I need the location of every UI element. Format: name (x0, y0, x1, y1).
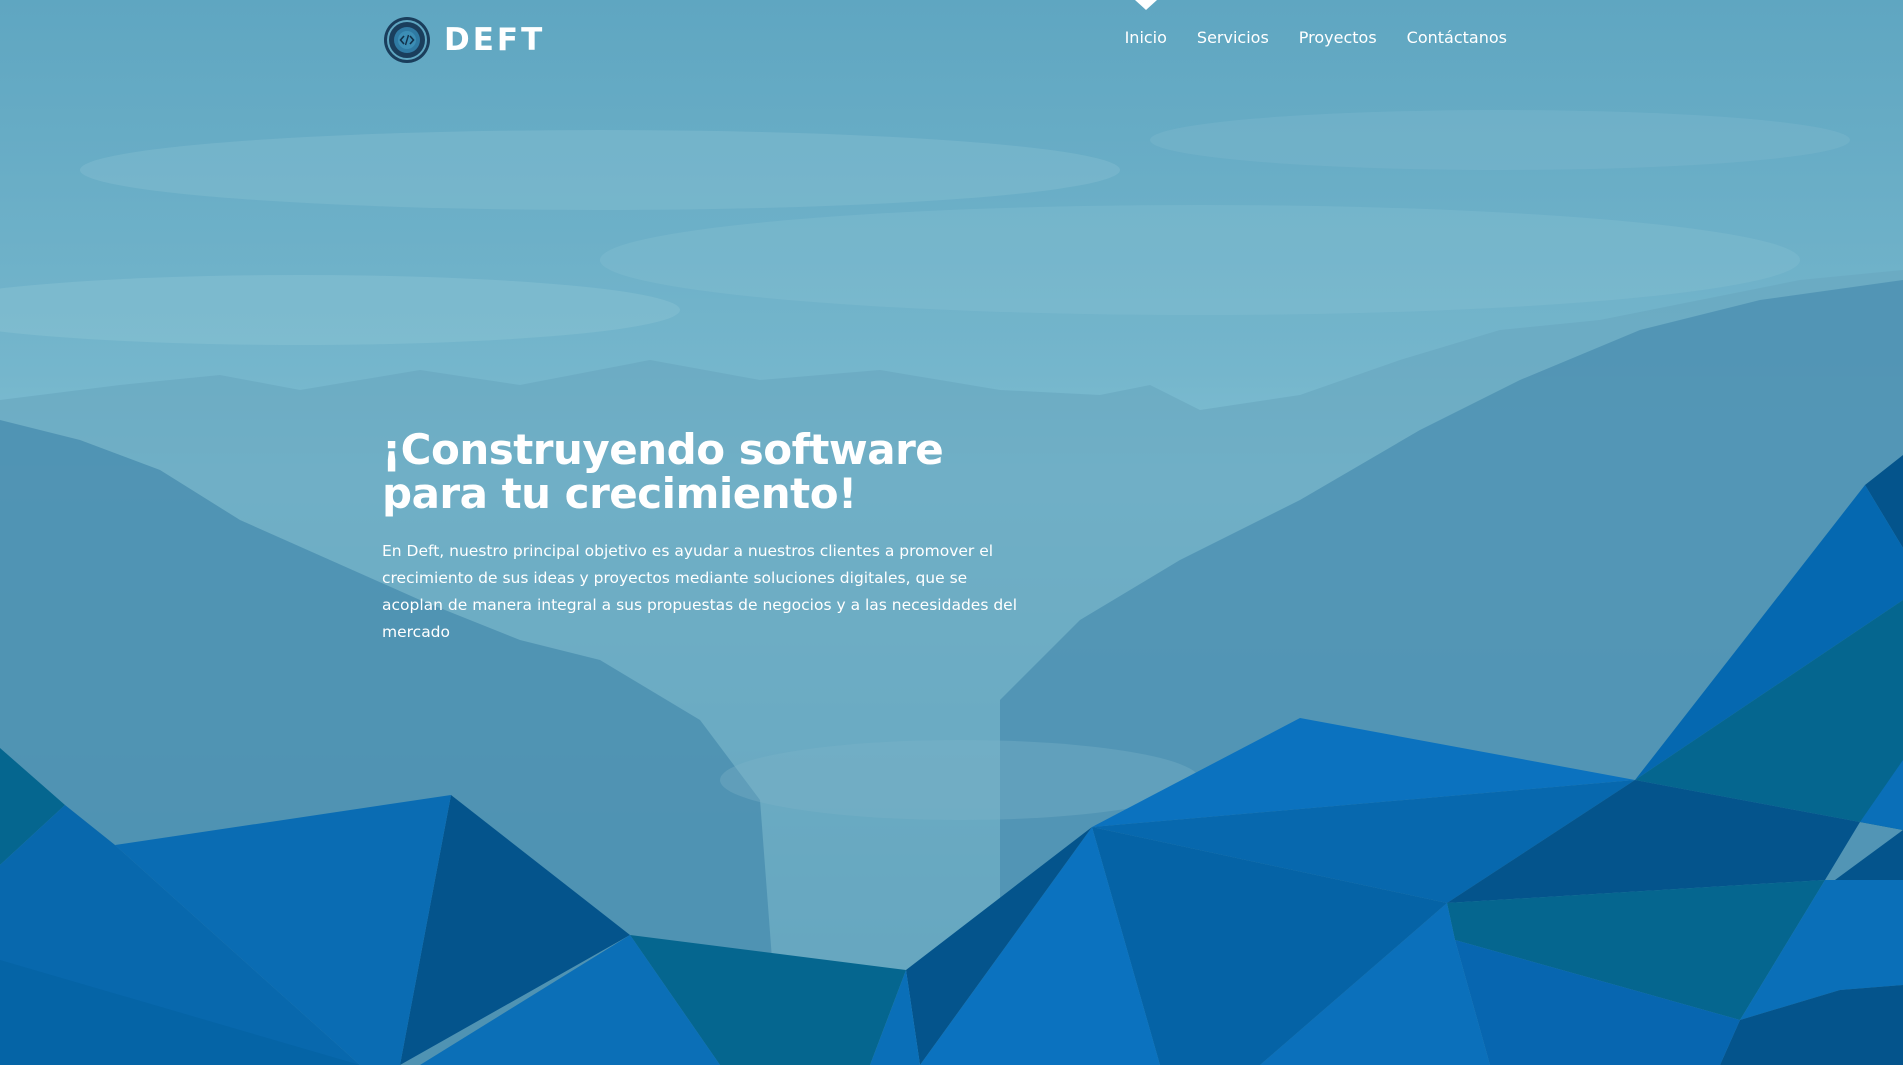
nav-item-contactanos[interactable]: Contáctanos (1407, 28, 1507, 47)
nav-item-label: Proyectos (1298, 28, 1377, 47)
hero-content: ¡Construyendo software para tu crecimien… (382, 428, 1062, 646)
hero-section: DEFT Inicio Servicios Proyectos Contácta… (0, 0, 1903, 1065)
code-brackets-circle-icon (384, 17, 430, 63)
nav-item-label: Servicios (1196, 28, 1269, 47)
nav-item-proyectos[interactable]: Proyectos (1299, 28, 1377, 47)
hero-headline: ¡Construyendo software para tu crecimien… (382, 425, 944, 518)
nav-item-inicio[interactable]: Inicio (1124, 0, 1167, 47)
brand-name: DEFT (444, 22, 546, 58)
main-nav: Inicio Servicios Proyectos Contáctanos (1124, 0, 1507, 47)
nav-item-label: Contáctanos (1406, 28, 1507, 47)
brand-logo-link[interactable]: DEFT (383, 16, 545, 64)
hero-description: En Deft, nuestro principal objetivo es a… (382, 542, 1018, 641)
nav-item-servicios[interactable]: Servicios (1197, 28, 1269, 47)
active-indicator-icon (1134, 0, 1157, 10)
nav-item-label: Inicio (1124, 28, 1167, 47)
top-navbar: DEFT Inicio Servicios Proyectos Contácta… (0, 0, 1903, 80)
